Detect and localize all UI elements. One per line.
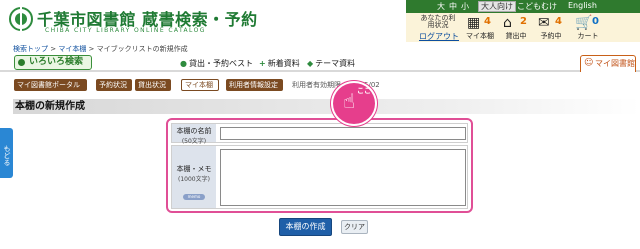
tab-borrow-status[interactable]: 貸出状況: [135, 79, 171, 91]
reserved-button[interactable]: ✉ 4 予約中: [533, 14, 569, 41]
tab-user-settings[interactable]: 利用者情報設定: [226, 79, 283, 91]
font-size-small[interactable]: 小: [461, 1, 469, 12]
breadcrumb-sep: >: [48, 45, 59, 53]
house-icon: ⌂: [503, 15, 512, 31]
memo-label-cell: 本棚・メモ (1000文字) memo: [172, 146, 216, 208]
breadcrumb-search-top[interactable]: 検索トップ: [13, 45, 48, 53]
breadcrumb-current: マイブックリストの新規作成: [96, 45, 188, 53]
memo-badge-icon: memo: [183, 194, 205, 200]
bookshelf-count: 4: [484, 16, 491, 27]
bookshelf-label: マイ本棚: [466, 32, 494, 40]
nav-new-link[interactable]: + 新着資料: [259, 58, 300, 69]
reserved-label: 予約中: [540, 32, 562, 40]
iroiro-search-button[interactable]: いろいろ検索: [14, 55, 92, 70]
breadcrumb-my-bookshelf[interactable]: マイ本棚: [58, 45, 86, 53]
create-bookshelf-button[interactable]: 本棚の作成: [279, 218, 332, 236]
my-library-tab[interactable]: マイ図書館: [580, 55, 636, 72]
cart-button[interactable]: 🛒 0 カート: [570, 14, 606, 41]
reserved-count: 4: [555, 16, 562, 27]
tab-reserve-status[interactable]: 予約状況: [96, 79, 132, 91]
name-row: 本棚の名前 (50文字): [171, 123, 468, 145]
person-icon: ●: [180, 59, 187, 68]
nav-best-label: 貸出・予約ベスト: [188, 59, 254, 68]
koko-text: ここ: [357, 87, 371, 95]
pointing-hand-icon: ☝: [343, 89, 356, 113]
nav-theme-link[interactable]: ◆ テーマ資料: [307, 58, 355, 69]
reserve-icon: ✉: [538, 15, 550, 31]
account-status-label: あなたの利用状況: [420, 14, 456, 29]
bookshelf-memo-input[interactable]: [220, 149, 466, 206]
memo-limit: (1000文字): [178, 176, 210, 183]
page-title: 本棚の新規作成: [13, 99, 640, 114]
font-size-medium[interactable]: 中: [449, 1, 457, 12]
my-bookshelf-button[interactable]: ▦ 4 マイ本棚: [462, 14, 498, 41]
plus-icon: +: [259, 59, 266, 68]
nav-theme-label: テーマ資料: [315, 59, 356, 68]
kids-mode-link[interactable]: こどもむけ: [517, 1, 557, 12]
borrowed-label: 貸出中: [505, 32, 527, 40]
tab-portal[interactable]: マイ図書館ポータル: [14, 79, 87, 91]
logout-link[interactable]: ログアウト: [419, 31, 459, 42]
library-logo-icon[interactable]: [9, 7, 33, 31]
nav-new-label: 新着資料: [267, 59, 300, 68]
tab-my-bookshelf[interactable]: マイ本棚: [181, 79, 219, 91]
page: 千葉市図書館 蔵書検索・予約 CHIBA CITY LIBRARY ONLINE…: [0, 0, 640, 249]
font-size-large[interactable]: 大: [437, 1, 445, 12]
tag-icon: ◆: [307, 59, 314, 68]
memo-row: 本棚・メモ (1000文字) memo: [171, 145, 468, 209]
koko-balloon: ☝ ここ: [331, 81, 377, 126]
name-label: 本棚の名前: [176, 127, 212, 135]
name-label-cell: 本棚の名前 (50文字): [172, 124, 216, 145]
borrowed-count: 2: [520, 16, 527, 27]
breadcrumb: 検索トップ > マイ本棚 > マイブックリストの新規作成: [13, 44, 188, 54]
site-subtitle: CHIBA CITY LIBRARY ONLINE CATALOG: [45, 27, 206, 34]
bookshelf-name-input[interactable]: [220, 127, 466, 140]
clear-button[interactable]: クリア: [341, 220, 368, 234]
cart-icon: 🛒: [575, 15, 593, 31]
english-link[interactable]: English: [568, 1, 597, 10]
back-tab[interactable]: もどる: [0, 128, 13, 178]
borrowed-button[interactable]: ⌂ 2 貸出中: [498, 14, 534, 41]
bookshelf-icon: ▦: [467, 15, 481, 31]
breadcrumb-sep: >: [86, 45, 97, 53]
adult-mode-link[interactable]: 大人向け: [478, 1, 516, 12]
nav-best-link[interactable]: ● 貸出・予約ベスト: [180, 58, 253, 69]
memo-label: 本棚・メモ: [176, 165, 212, 173]
cart-count: 0: [592, 16, 599, 27]
name-limit: (50文字): [181, 138, 207, 145]
cart-label: カート: [577, 32, 599, 40]
